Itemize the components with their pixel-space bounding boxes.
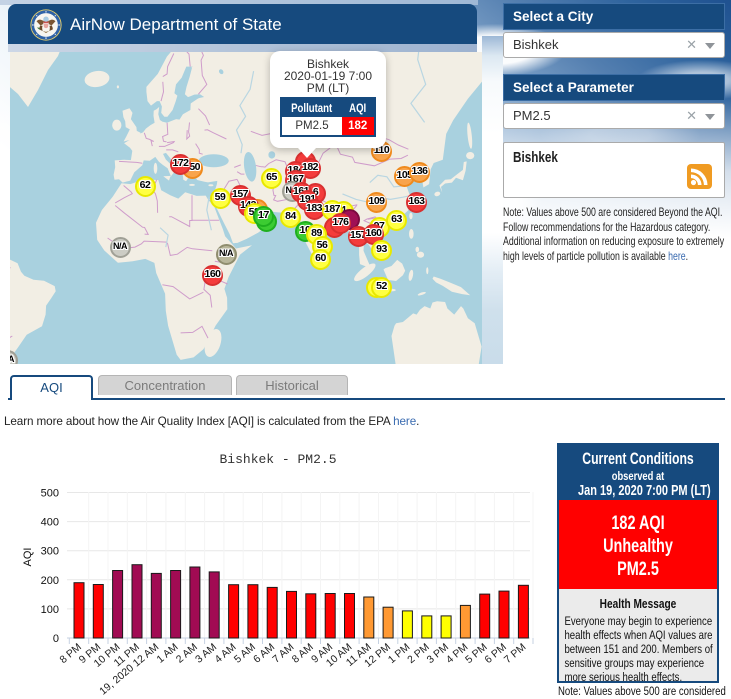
svg-text:0: 0 [53,633,59,645]
svg-text:100: 100 [41,604,59,616]
svg-text:500: 500 [41,488,59,500]
svg-text:300: 300 [41,546,59,558]
svg-text:7 PM: 7 PM [502,641,528,666]
svg-text:200: 200 [41,575,59,587]
svg-text:400: 400 [41,517,59,529]
svg-text:Bishkek - PM2.5: Bishkek - PM2.5 [219,452,336,467]
svg-text:AQI: AQI [22,548,34,567]
